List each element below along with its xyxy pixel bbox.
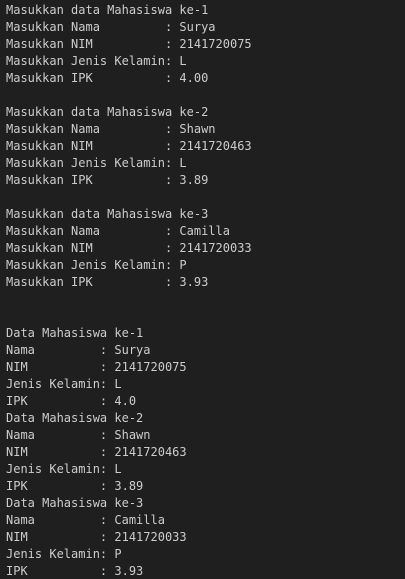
console-line: Masukkan IPK : 3.89 — [6, 173, 209, 187]
console-line: Masukkan IPK : 3.93 — [6, 275, 209, 289]
console-line: Jenis Kelamin: P — [6, 547, 122, 561]
console-line: Masukkan Nama : Camilla — [6, 224, 230, 238]
console-line: Masukkan Jenis Kelamin: L — [6, 54, 187, 68]
console-line: IPK : 4.0 — [6, 394, 137, 408]
console-line: NIM : 2141720463 — [6, 445, 187, 459]
console-line: Jenis Kelamin: L — [6, 377, 122, 391]
console-line: Jenis Kelamin: L — [6, 462, 122, 476]
console-line: Data Mahasiswa ke-3 — [6, 496, 144, 510]
console-line: NIM : 2141720075 — [6, 360, 187, 374]
terminal-output-panel[interactable]: Masukkan data Mahasiswa ke-1 Masukkan Na… — [0, 0, 405, 579]
console-line: IPK : 3.89 — [6, 479, 144, 493]
console-line: Data Mahasiswa ke-1 — [6, 326, 144, 340]
console-line: Masukkan data Mahasiswa ke-2 — [6, 105, 209, 119]
console-line: Masukkan IPK : 4.00 — [6, 71, 209, 85]
console-line: Masukkan Jenis Kelamin: L — [6, 156, 187, 170]
console-line: Nama : Camilla — [6, 513, 165, 527]
console-line: Masukkan Nama : Shawn — [6, 122, 216, 136]
console-line: Masukkan Nama : Surya — [6, 20, 216, 34]
console-line: NIM : 2141720033 — [6, 530, 187, 544]
console-line: Data Mahasiswa ke-2 — [6, 411, 144, 425]
console-line: Masukkan NIM : 2141720463 — [6, 139, 252, 153]
console-line: Masukkan Jenis Kelamin: P — [6, 258, 187, 272]
console-line: IPK : 3.93 — [6, 564, 144, 578]
console-line: Masukkan data Mahasiswa ke-3 — [6, 207, 209, 221]
console-line: Nama : Surya — [6, 343, 151, 357]
console-line: Masukkan data Mahasiswa ke-1 — [6, 3, 209, 17]
console-line: Masukkan NIM : 2141720075 — [6, 37, 252, 51]
console-line: Nama : Shawn — [6, 428, 151, 442]
console-line: Masukkan NIM : 2141720033 — [6, 241, 252, 255]
console-output: Masukkan data Mahasiswa ke-1 Masukkan Na… — [6, 2, 252, 579]
